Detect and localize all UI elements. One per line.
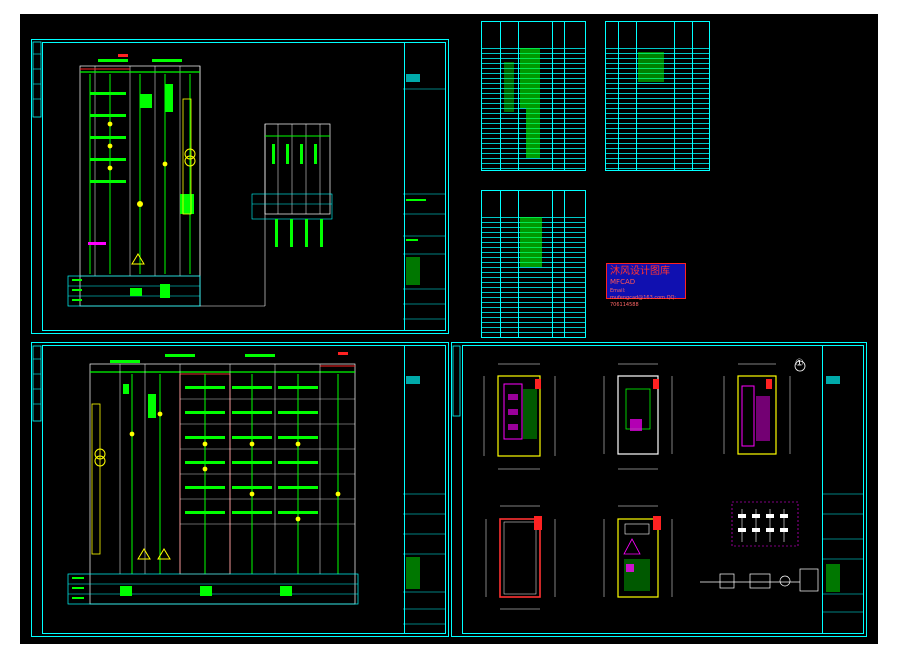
- watermark-contact: Email: mufengcad@163.com QQ: 706114588: [610, 288, 677, 308]
- equipment-table-1: [481, 21, 586, 171]
- cad-model-space[interactable]: 沐风设计图库 MFCAD Email: mufengcad@163.com QQ…: [20, 14, 878, 644]
- equipment-table-2: [605, 21, 710, 171]
- watermark-title: 沐风设计图库: [610, 266, 670, 277]
- north-arrow-label: ①: [795, 358, 804, 369]
- watermark-brand: MFCAD: [610, 278, 636, 286]
- equipment-table-3: [481, 190, 586, 338]
- watermark-stamp: 沐风设计图库 MFCAD Email: mufengcad@163.com QQ…: [606, 263, 686, 308]
- sheet-3-layout-plans: [452, 345, 863, 613]
